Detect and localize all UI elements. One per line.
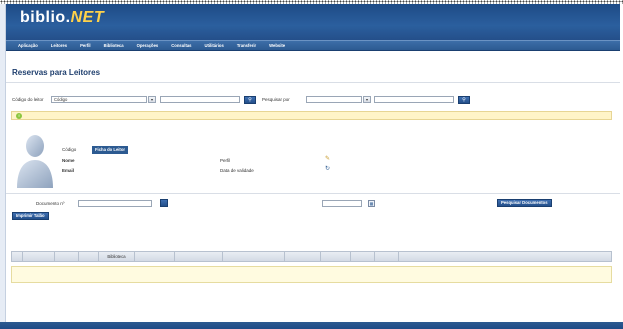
- reader-code-label: Código do leitor: [12, 97, 44, 102]
- refresh-icon[interactable]: ↻: [324, 166, 331, 173]
- menu-item-perfil[interactable]: Perfil: [80, 43, 90, 48]
- search-documents-button[interactable]: Pesquisar Documentos: [497, 199, 552, 207]
- column-header[interactable]: [78, 252, 98, 261]
- search-by-label: Pesquisar por: [262, 97, 290, 102]
- app-header: biblio.NET: [6, 4, 620, 40]
- edit-reader-icon[interactable]: ✎: [324, 156, 331, 163]
- column-header[interactable]: [174, 252, 222, 261]
- reader-name-label: Nome: [62, 158, 75, 163]
- search-icon: ⚲: [462, 97, 466, 103]
- column-header[interactable]: [222, 252, 284, 261]
- column-header[interactable]: [54, 252, 78, 261]
- movements-empty-row: [11, 266, 612, 283]
- menu-item-website[interactable]: Website: [269, 43, 285, 48]
- app-footer: [0, 322, 623, 329]
- verify-reservation-button[interactable]: [160, 199, 168, 207]
- tip-bar: !: [11, 111, 612, 120]
- reader-code-type-select[interactable]: Código: [51, 96, 147, 103]
- menu-item-utilitarios[interactable]: Utilitários: [205, 43, 224, 48]
- menu-item-consultas[interactable]: Consultas: [171, 43, 191, 48]
- reader-email-label: Email: [62, 168, 75, 173]
- chevron-down-icon: ▾: [365, 97, 368, 102]
- column-header: [12, 252, 22, 261]
- column-header[interactable]: [284, 252, 320, 261]
- menu-item-aplicacao[interactable]: Aplicação: [18, 43, 38, 48]
- calendar-icon[interactable]: ▦: [368, 200, 375, 207]
- column-header-filler: [398, 252, 611, 261]
- column-header[interactable]: [320, 252, 350, 261]
- app-logo[interactable]: biblio.NET: [20, 9, 104, 27]
- movements-table-header: Biblioteca: [11, 251, 612, 262]
- logo-main-text: biblio.: [20, 9, 71, 26]
- lightbulb-icon: !: [16, 113, 22, 119]
- chevron-down-icon: ▾: [150, 97, 153, 102]
- search-by-dropdown[interactable]: ▾: [363, 96, 371, 103]
- title-divider: [6, 82, 620, 83]
- menu-item-transferir[interactable]: Transferir: [237, 43, 256, 48]
- reader-profile-label: Perfil: [220, 158, 231, 163]
- main-menu: Aplicação Leitores Perfil Biblioteca Ope…: [6, 40, 620, 51]
- reader-divider: [6, 193, 620, 194]
- page-title: Reservas para Leitores: [12, 68, 101, 77]
- reader-search-button[interactable]: ⚲: [244, 96, 256, 104]
- print-receipt-button[interactable]: Imprimir Talão: [12, 212, 49, 220]
- column-header[interactable]: [134, 252, 174, 261]
- menu-item-operacoes[interactable]: Operações: [137, 43, 159, 48]
- column-header[interactable]: [350, 252, 374, 261]
- left-margin-strip: [0, 4, 6, 324]
- column-header[interactable]: Biblioteca: [98, 252, 134, 261]
- reader-avatar: [17, 135, 53, 188]
- column-header[interactable]: [374, 252, 398, 261]
- reader-record-badge[interactable]: Ficha do Leitor: [92, 146, 129, 154]
- text-search-button[interactable]: ⚲: [458, 96, 470, 104]
- search-text-input[interactable]: [374, 96, 454, 103]
- document-number-label: Documento nº: [36, 201, 65, 206]
- menu-item-leitores[interactable]: Leitores: [51, 43, 67, 48]
- search-icon: ⚲: [248, 97, 252, 103]
- search-by-select[interactable]: [306, 96, 362, 103]
- reservation-date-input[interactable]: [322, 200, 362, 207]
- logo-net-text: NET: [70, 9, 105, 26]
- document-number-input[interactable]: [78, 200, 152, 207]
- menu-item-biblioteca[interactable]: Biblioteca: [104, 43, 124, 48]
- reader-code-caption: Código: [62, 147, 77, 152]
- reader-code-input[interactable]: [160, 96, 240, 103]
- reader-validity-label: Data de validade: [220, 168, 254, 173]
- column-header[interactable]: [22, 252, 54, 261]
- reader-code-type-dropdown[interactable]: ▾: [148, 96, 156, 103]
